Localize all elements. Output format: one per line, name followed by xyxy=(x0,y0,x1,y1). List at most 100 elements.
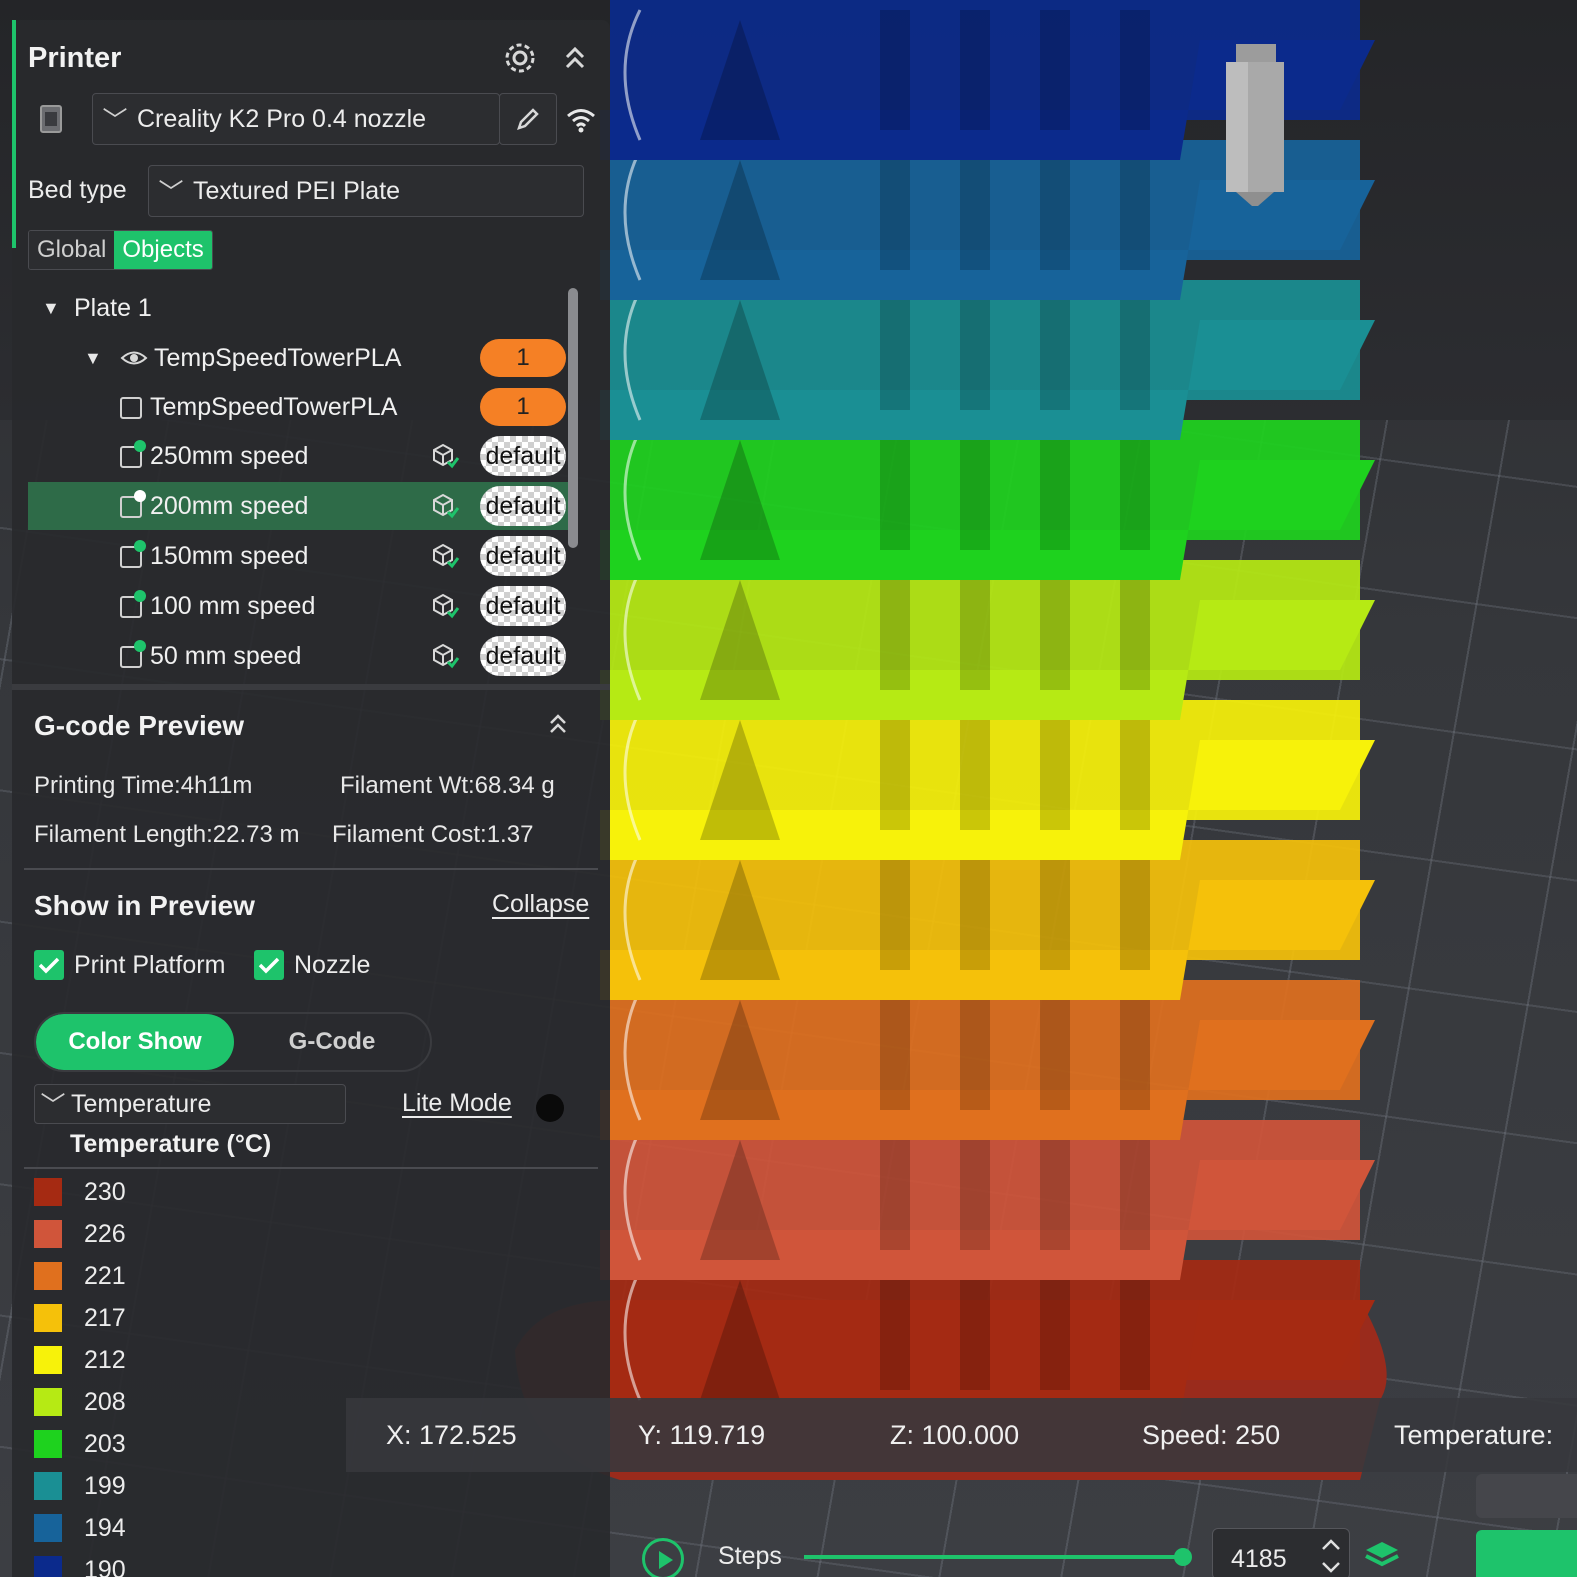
edit-printer-button[interactable] xyxy=(499,93,557,145)
tab-global[interactable]: Global xyxy=(29,231,115,269)
filament-length: Filament Length:22.73 m xyxy=(34,821,300,848)
steps-slider-handle[interactable] xyxy=(1174,1548,1192,1566)
panel-accent-bar xyxy=(12,20,16,248)
lite-mode-link[interactable]: Lite Mode xyxy=(402,1089,512,1118)
tower-pillar xyxy=(1120,290,1150,410)
chevron-down-icon: ﹀ xyxy=(40,1092,66,1120)
collapse-chevron-up-icon[interactable] xyxy=(544,710,572,740)
gcode-button[interactable]: G-Code xyxy=(234,1014,430,1070)
expand-triangle-icon[interactable]: ▼ xyxy=(84,348,102,369)
legend-swatch xyxy=(34,1472,62,1500)
steps-input[interactable]: 4185 xyxy=(1212,1528,1350,1577)
modifier-settings-icon[interactable] xyxy=(430,642,460,670)
tab-objects[interactable]: Objects xyxy=(114,231,212,269)
tree-row-plate[interactable]: ▼ Plate 1 xyxy=(28,284,568,332)
steps-slider-track[interactable] xyxy=(804,1555,1184,1559)
stepper-arrows-icon[interactable] xyxy=(1319,1535,1343,1575)
filament-default-badge[interactable]: default xyxy=(480,586,566,626)
bed-type-label: Bed type xyxy=(28,176,127,204)
filament-default-badge[interactable]: default xyxy=(480,436,566,476)
expand-triangle-icon[interactable]: ▼ xyxy=(42,298,60,319)
modifier-settings-icon[interactable] xyxy=(430,592,460,620)
tower-pillar xyxy=(960,710,990,830)
tree-row-modifier[interactable]: 50 mm speed default xyxy=(28,632,568,680)
object-name: TempSpeedTowerPLA xyxy=(154,343,402,372)
plate-name: Plate 1 xyxy=(74,293,152,322)
legend-swatch xyxy=(34,1178,62,1206)
nozzle-checkbox[interactable]: Nozzle xyxy=(254,950,370,980)
legend-value: 208 xyxy=(84,1387,126,1416)
tower-pillar xyxy=(1040,290,1070,410)
tower-pillar xyxy=(880,990,910,1110)
side-button[interactable] xyxy=(1476,1474,1577,1518)
legend-row: 208 xyxy=(34,1387,126,1417)
extruder-badge[interactable]: 1 xyxy=(480,388,566,426)
color-scheme-select[interactable]: ﹀ Temperature xyxy=(34,1084,346,1124)
tree-row-modifier[interactable]: 250mm speed default xyxy=(28,432,568,480)
modifier-name: 250mm speed xyxy=(150,441,309,470)
bed-type-select[interactable]: ﹀ Textured PEI Plate xyxy=(148,165,584,217)
filament-weight: Filament Wt:68.34 g xyxy=(340,772,555,799)
tower-pillar xyxy=(1040,990,1070,1110)
modifier-settings-icon[interactable] xyxy=(430,442,460,470)
eye-icon[interactable] xyxy=(120,347,148,369)
tree-row-modifier[interactable]: 150mm speed default xyxy=(28,532,568,580)
status-z: Z: 100.000 xyxy=(890,1419,1020,1450)
lite-mode-toggle[interactable] xyxy=(536,1094,564,1122)
tower-pillar xyxy=(1040,150,1070,270)
print-platform-checkbox[interactable]: Print Platform xyxy=(34,950,225,980)
object-tree: ▼ Plate 1 ▼ TempSpeedTowerPLA 1 TempSpee… xyxy=(28,284,572,684)
checkmark-icon xyxy=(34,950,64,980)
printing-time: Printing Time:4h11m xyxy=(34,772,253,799)
printer-settings-gear-icon[interactable] xyxy=(500,38,540,78)
tower-pillar xyxy=(960,850,990,970)
printer-icon xyxy=(34,102,68,136)
filament-default-badge[interactable]: default xyxy=(480,536,566,576)
legend-row: 199 xyxy=(34,1471,126,1501)
modifier-status-dot xyxy=(134,590,146,602)
filament-default-badge[interactable]: default xyxy=(480,636,566,676)
slice-action-button[interactable] xyxy=(1476,1530,1577,1577)
tower-pillar xyxy=(960,10,990,130)
part-icon xyxy=(120,397,142,419)
modifier-settings-icon[interactable] xyxy=(430,542,460,570)
status-speed: Speed: 250 xyxy=(1142,1419,1281,1450)
tree-scrollbar[interactable] xyxy=(568,288,578,548)
legend-value: 203 xyxy=(84,1429,126,1458)
tree-row-modifier[interactable]: 100 mm speed default xyxy=(28,582,568,630)
color-show-button[interactable]: Color Show xyxy=(36,1014,234,1070)
printer-select[interactable]: ﹀ Creality K2 Pro 0.4 nozzle xyxy=(92,93,500,145)
legend-value: 194 xyxy=(84,1513,126,1542)
extruder-badge[interactable]: 1 xyxy=(480,339,566,377)
play-icon[interactable] xyxy=(642,1538,684,1577)
tree-row-modifier[interactable]: 200mm speed default xyxy=(28,482,568,530)
scope-tabs: Global Objects xyxy=(28,230,213,270)
tree-row-object[interactable]: ▼ TempSpeedTowerPLA 1 xyxy=(28,334,568,382)
wifi-icon[interactable] xyxy=(562,102,600,138)
tower-pillar xyxy=(1120,430,1150,550)
tower-pillar xyxy=(1040,1270,1070,1390)
filament-default-badge[interactable]: default xyxy=(480,486,566,526)
legend-value: 230 xyxy=(84,1177,126,1206)
nozzle-model xyxy=(1226,44,1284,206)
modifier-name: 200mm speed xyxy=(150,491,309,520)
chevron-down-icon: ﹀ xyxy=(158,179,184,207)
modifier-name: 150mm speed xyxy=(150,541,309,570)
view-mode-toggle: Color Show G-Code xyxy=(34,1012,432,1072)
legend-row: 226 xyxy=(34,1219,126,1249)
collapse-chevron-up-icon[interactable] xyxy=(558,38,592,78)
modifier-status-dot xyxy=(134,540,146,552)
layers-icon[interactable] xyxy=(1364,1540,1400,1570)
legend-divider xyxy=(24,1167,598,1169)
legend-row: 194 xyxy=(34,1513,126,1543)
section-divider xyxy=(24,868,598,870)
tower-pillar xyxy=(960,990,990,1110)
modifier-settings-icon[interactable] xyxy=(430,492,460,520)
tree-row-part[interactable]: TempSpeedTowerPLA 1 xyxy=(28,383,568,431)
collapse-link[interactable]: Collapse xyxy=(492,890,589,919)
legend-title: Temperature (°C) xyxy=(70,1130,272,1158)
tower-pillar xyxy=(880,710,910,830)
legend-row: 190 xyxy=(34,1555,126,1577)
color-scheme-value: Temperature xyxy=(71,1089,212,1118)
steps-value: 4185 xyxy=(1231,1545,1287,1573)
